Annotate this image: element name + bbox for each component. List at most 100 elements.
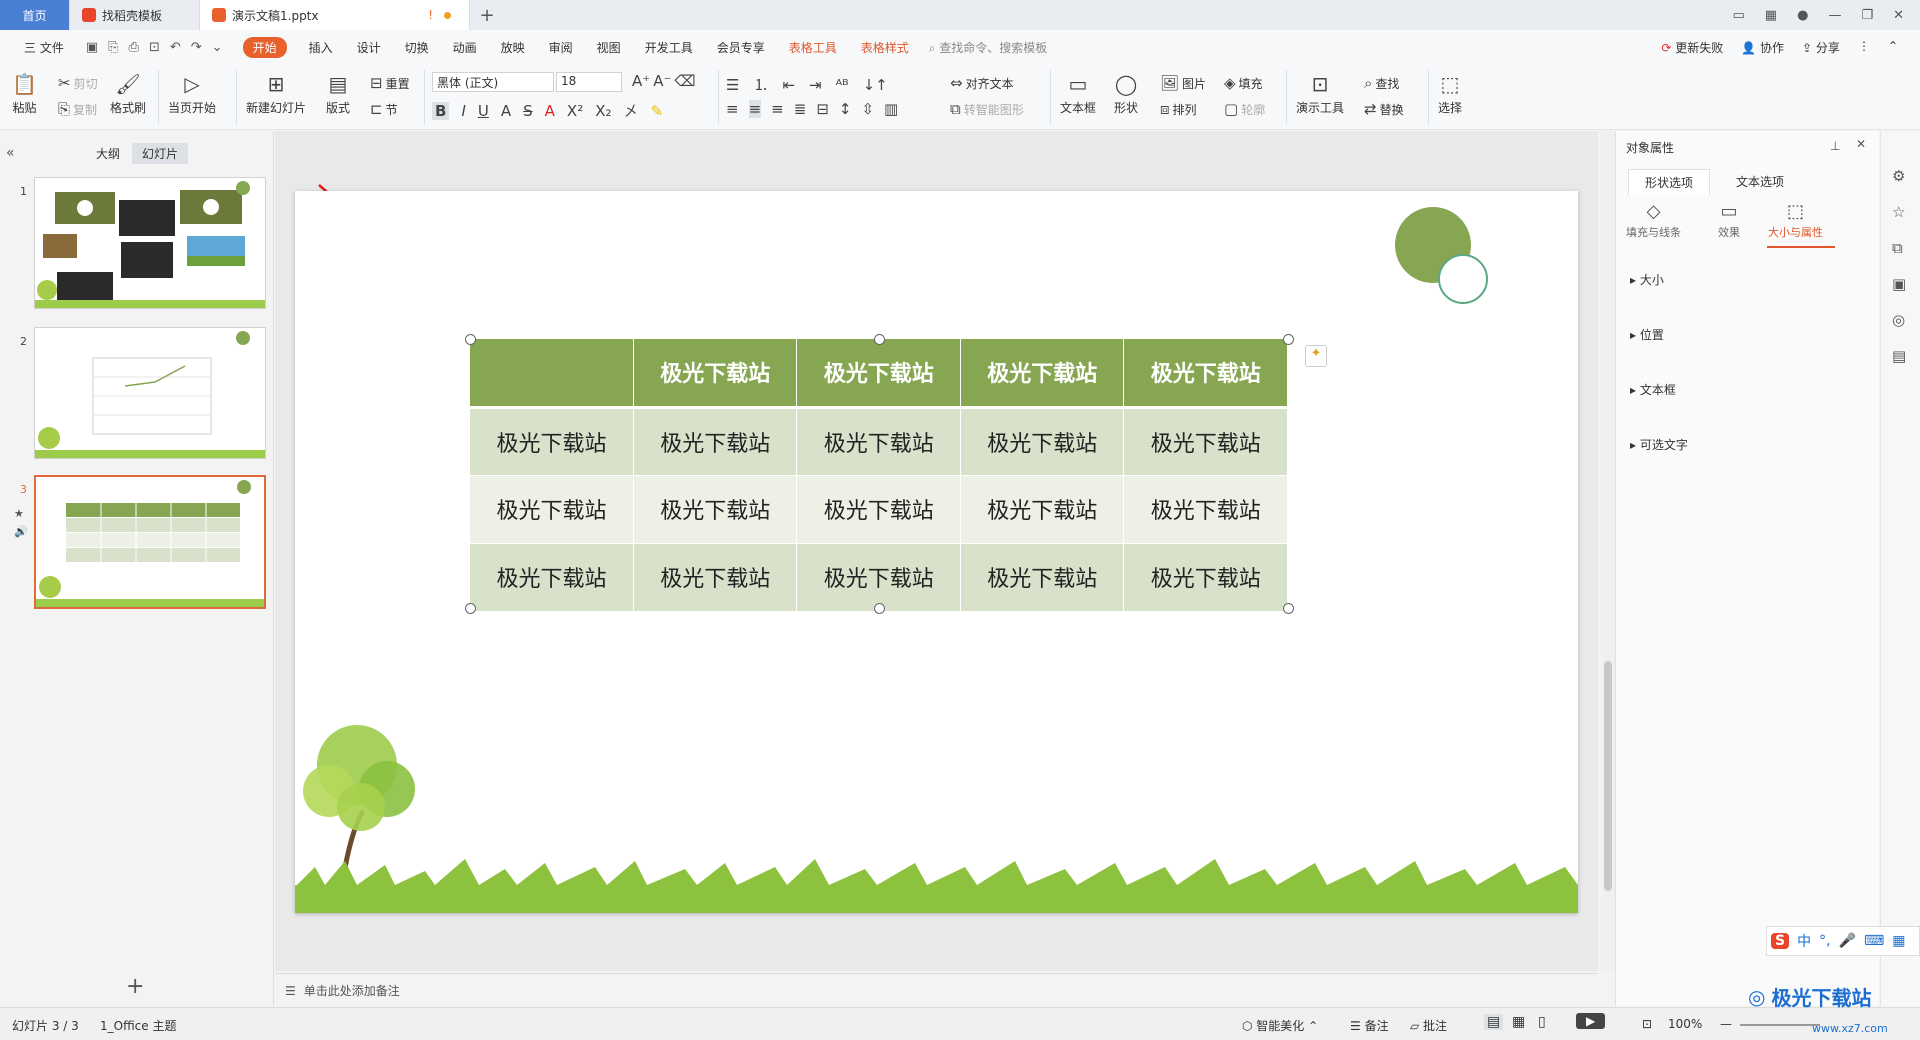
fill-button[interactable]: ◈ 填充 bbox=[1224, 74, 1263, 92]
paragraph-spacing-icon[interactable]: ⇳ bbox=[861, 100, 874, 118]
share-button[interactable]: ⇪ 分享 bbox=[1802, 39, 1840, 56]
resize-handle[interactable] bbox=[465, 603, 476, 614]
collapse-panel-icon[interactable]: « bbox=[6, 145, 15, 161]
menu-animation[interactable]: 动画 bbox=[441, 39, 489, 56]
image-icon[interactable]: ▣ bbox=[1892, 275, 1906, 293]
resize-handle[interactable] bbox=[1283, 603, 1294, 614]
shape-button[interactable]: ◯ 形状 bbox=[1114, 72, 1138, 116]
update-failed-button[interactable]: ⟳ 更新失败 bbox=[1661, 39, 1723, 56]
table-cell[interactable]: 极光下载站 bbox=[796, 339, 961, 409]
format-painter-button[interactable]: 🖌 格式刷 bbox=[110, 72, 146, 116]
restore-icon[interactable]: ❐ bbox=[1861, 8, 1873, 23]
present-tool-button[interactable]: ⊡ 演示工具 bbox=[1296, 72, 1344, 116]
table-cell[interactable]: 极光下载站 bbox=[633, 475, 798, 544]
table-cell[interactable]: 极光下载站 bbox=[1123, 339, 1288, 409]
comments-button[interactable]: ▱ 批注 bbox=[1410, 1017, 1447, 1034]
outline-text-icon[interactable]: A bbox=[501, 102, 511, 120]
subscript-icon[interactable]: X₂ bbox=[595, 102, 611, 120]
preview-icon[interactable]: ⊡ bbox=[149, 40, 160, 55]
textbox-button[interactable]: ▭ 文本框 bbox=[1060, 72, 1096, 116]
minimize-icon[interactable]: — bbox=[1828, 8, 1841, 23]
select-button[interactable]: ⬚ 选择 bbox=[1438, 72, 1462, 116]
add-slide-button[interactable]: + bbox=[126, 974, 144, 999]
size-property-tab[interactable]: ⬚ 大小与属性 bbox=[1768, 201, 1823, 240]
reading-view-icon[interactable]: ▯ bbox=[1538, 1014, 1546, 1030]
table-cell[interactable]: 极光下载站 bbox=[960, 407, 1125, 476]
table-cell[interactable]: 极光下载站 bbox=[796, 475, 961, 544]
section-textbox[interactable]: ▸ 文本框 bbox=[1630, 381, 1676, 398]
table-cell[interactable]: 极光下载站 bbox=[1123, 407, 1288, 476]
resize-handle[interactable] bbox=[874, 334, 885, 345]
char-spacing-icon[interactable]: 㐅 bbox=[624, 100, 639, 121]
location-icon[interactable]: ◎ bbox=[1892, 311, 1905, 329]
menu-slideshow[interactable]: 放映 bbox=[489, 39, 537, 56]
grow-font-icon[interactable]: A⁺ bbox=[632, 72, 650, 90]
justify-icon[interactable]: ≣ bbox=[794, 100, 807, 118]
smart-beautify-button[interactable]: ⬡ 智能美化 ⌃ bbox=[1242, 1017, 1318, 1034]
properties-icon[interactable]: ⚙ bbox=[1892, 167, 1905, 185]
convert-smartart-button[interactable]: ⧉ 转智能图形 bbox=[950, 100, 1024, 118]
slide-thumbnail-3[interactable] bbox=[34, 475, 266, 609]
table-cell[interactable]: 极光下载站 bbox=[796, 543, 961, 612]
shrink-font-icon[interactable]: A⁻ bbox=[653, 72, 671, 90]
underline-icon[interactable]: U bbox=[478, 102, 489, 120]
copy-button[interactable]: ⎘ 复制 bbox=[58, 100, 97, 118]
section-alt-text[interactable]: ▸ 可选文字 bbox=[1630, 436, 1688, 453]
table-cell[interactable]: 极光下载站 bbox=[470, 407, 634, 476]
outdent-icon[interactable]: ⇤ bbox=[782, 76, 795, 94]
sort-icon[interactable]: ↓↑ bbox=[863, 76, 888, 94]
clear-format-icon[interactable]: ⌫ bbox=[674, 72, 695, 90]
section-size[interactable]: ▸ 大小 bbox=[1630, 271, 1664, 288]
sorter-view-icon[interactable]: ▦ bbox=[1512, 1014, 1525, 1030]
table-cell[interactable]: 极光下载站 bbox=[960, 339, 1125, 409]
collaborate-button[interactable]: 👤 协作 bbox=[1741, 39, 1784, 56]
resize-handle[interactable] bbox=[465, 334, 476, 345]
table-cell[interactable]: 极光下载站 bbox=[1123, 543, 1288, 612]
cut-button[interactable]: ✂ 剪切 bbox=[58, 74, 98, 92]
tab-outline[interactable]: 大纲 bbox=[86, 143, 130, 164]
distribute-icon[interactable]: ⊟ bbox=[816, 100, 829, 118]
section-button[interactable]: ⊏ 节 bbox=[370, 100, 398, 118]
align-center-icon[interactable]: ≡ bbox=[748, 100, 762, 118]
menu-design[interactable]: 设计 bbox=[345, 39, 393, 56]
indent-icon[interactable]: ⇥ bbox=[809, 76, 822, 94]
close-icon[interactable]: ✕ bbox=[1893, 8, 1904, 23]
menu-start[interactable]: 开始 bbox=[242, 36, 287, 58]
replace-button[interactable]: ⇄ 替换 bbox=[1364, 100, 1404, 118]
align-text-button[interactable]: ⇔ 对齐文本 bbox=[950, 74, 1014, 92]
arrange-button[interactable]: ⧈ 排列 bbox=[1160, 100, 1197, 118]
export-icon[interactable]: ⎘ bbox=[108, 40, 118, 55]
table-cell[interactable]: 极光下载站 bbox=[1123, 475, 1288, 544]
new-slide-button[interactable]: ⊞ 新建幻灯片 bbox=[246, 72, 306, 116]
normal-view-icon[interactable]: ▤ bbox=[1484, 1014, 1504, 1030]
tab-shape-options[interactable]: 形状选项 bbox=[1628, 169, 1711, 195]
redo-icon[interactable]: ↷ bbox=[191, 40, 202, 55]
slide-thumbnail-2[interactable] bbox=[34, 327, 266, 459]
collapse-ribbon-icon[interactable]: ⌃ bbox=[1888, 39, 1898, 56]
line-spacing-icon[interactable]: ↕ bbox=[839, 100, 852, 118]
strikethrough-icon[interactable]: S bbox=[523, 102, 533, 120]
outline-button[interactable]: ▢ 轮廓 bbox=[1224, 100, 1265, 118]
panel-title[interactable]: 对象属性 bbox=[1626, 139, 1674, 156]
slide-table[interactable]: 极光下载站 极光下载站 极光下载站 极光下载站 极光下载站 极光下载站 极光下载… bbox=[470, 339, 1288, 612]
highlight-icon[interactable]: ✎ bbox=[651, 102, 664, 120]
menu-table-style[interactable]: 表格样式 bbox=[849, 39, 921, 56]
find-button[interactable]: ⌕ 查找 bbox=[1364, 74, 1399, 92]
more-options-icon[interactable]: ⋮ bbox=[1858, 39, 1870, 56]
notes-button[interactable]: ☰ 备注 bbox=[1350, 1017, 1389, 1034]
file-menu[interactable]: 三 文件 bbox=[12, 39, 76, 56]
tab-document[interactable]: 演示文稿1.pptx ! bbox=[200, 0, 470, 30]
menu-member[interactable]: 会员专享 bbox=[705, 39, 777, 56]
columns-icon[interactable]: ▥ bbox=[884, 100, 898, 118]
font-color-icon[interactable]: A bbox=[545, 102, 555, 120]
notes-area[interactable]: ☰ 单击此处添加备注 bbox=[275, 973, 1598, 1007]
effect-tab[interactable]: ▭ 效果 bbox=[1718, 201, 1740, 240]
ime-toolbar[interactable]: S 中 °, 🎤 ⌨ ▦ bbox=[1766, 926, 1920, 956]
table-cell[interactable] bbox=[470, 339, 634, 409]
play-button[interactable]: ▶ bbox=[1576, 1013, 1606, 1029]
picture-button[interactable]: 🖼 图片 bbox=[1160, 74, 1206, 92]
table-cell[interactable]: 极光下载站 bbox=[470, 543, 634, 612]
command-search[interactable]: ⌕ 查找命令、搜索模板 bbox=[929, 39, 1048, 56]
align-left-icon[interactable]: ≡ bbox=[726, 100, 739, 118]
resize-handle[interactable] bbox=[874, 603, 885, 614]
